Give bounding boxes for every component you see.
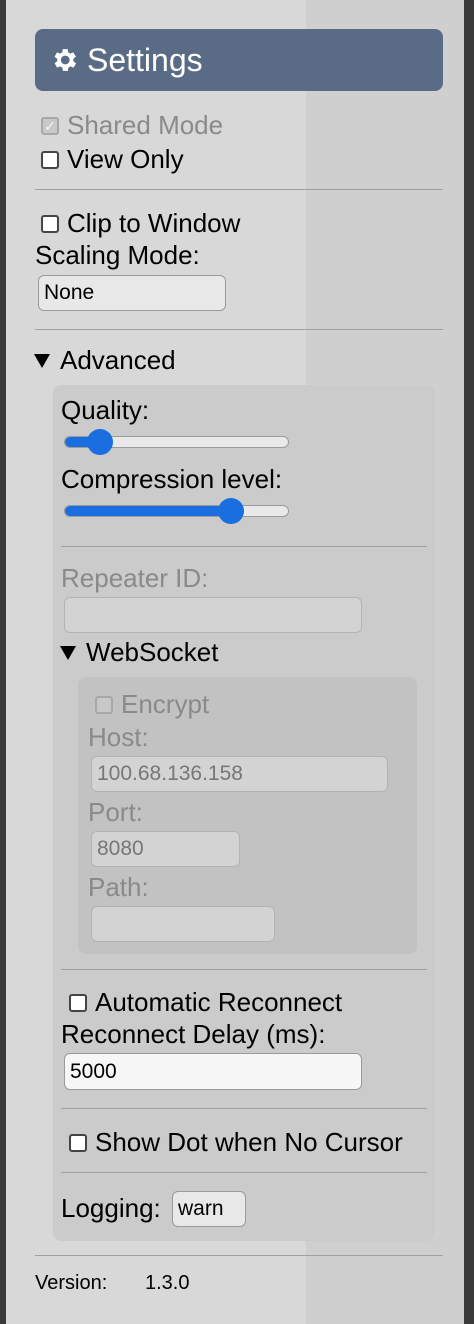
reconnect-delay-value: 5000 <box>70 1059 117 1083</box>
clip-to-window-row[interactable]: Clip to Window <box>41 208 240 239</box>
compression-slider-thumb[interactable] <box>218 498 244 524</box>
triangle-down-icon <box>34 353 50 368</box>
port-value: 8080 <box>97 837 144 860</box>
port-input[interactable]: 8080 <box>91 831 240 867</box>
divider <box>35 1255 443 1256</box>
settings-panel: Settings ✓ Shared Mode View Only Clip to… <box>6 0 464 1324</box>
divider <box>61 1108 427 1109</box>
logging-value: warn <box>178 1197 224 1220</box>
divider <box>61 546 427 547</box>
reconnect-delay-input[interactable]: 5000 <box>64 1053 362 1090</box>
repeater-id-label: Repeater ID: <box>61 563 209 593</box>
encrypt-row[interactable]: Encrypt <box>95 689 209 720</box>
divider <box>61 1172 427 1173</box>
clip-to-window-label: Clip to Window <box>67 208 241 238</box>
clip-to-window-checkbox[interactable] <box>41 214 59 233</box>
settings-title: Settings <box>87 41 203 78</box>
encrypt-checkbox[interactable] <box>95 695 113 714</box>
scaling-mode-value: None <box>44 281 95 304</box>
host-value: 100.68.136.158 <box>97 762 243 785</box>
auto-reconnect-checkbox[interactable] <box>69 993 87 1012</box>
shared-mode-label: Shared Mode <box>67 110 224 140</box>
encrypt-label: Encrypt <box>121 689 210 719</box>
auto-reconnect-label: Automatic Reconnect <box>95 987 343 1017</box>
websocket-toggle[interactable]: WebSocket <box>60 637 218 668</box>
gear-icon <box>54 49 77 71</box>
scaling-mode-label: Scaling Mode: <box>35 240 200 270</box>
version-label: Version: <box>35 1272 108 1294</box>
shared-mode-row[interactable]: ✓ Shared Mode <box>41 110 223 141</box>
show-dot-row[interactable]: Show Dot when No Cursor <box>69 1127 403 1158</box>
compression-label: Compression level: <box>61 464 283 494</box>
repeater-id-input[interactable] <box>64 597 362 633</box>
divider <box>61 969 427 970</box>
advanced-label: Advanced <box>60 345 176 375</box>
version-value: 1.3.0 <box>145 1272 190 1294</box>
view-only-checkbox[interactable] <box>41 150 59 169</box>
triangle-down-icon <box>60 645 76 660</box>
logging-label: Logging: <box>61 1193 161 1223</box>
show-dot-label: Show Dot when No Cursor <box>95 1127 403 1157</box>
settings-header[interactable]: Settings <box>35 29 443 91</box>
path-label: Path: <box>88 872 149 902</box>
advanced-toggle[interactable]: Advanced <box>34 345 176 376</box>
host-label: Host: <box>88 722 149 752</box>
compression-slider-fill <box>65 506 233 516</box>
reconnect-delay-label: Reconnect Delay (ms): <box>61 1019 326 1049</box>
view-only-label: View Only <box>67 144 184 174</box>
scaling-mode-select[interactable]: None <box>38 275 226 311</box>
port-label: Port: <box>88 797 143 827</box>
logging-select[interactable]: warn <box>172 1191 246 1227</box>
quality-slider-thumb[interactable] <box>87 429 113 455</box>
host-input[interactable]: 100.68.136.158 <box>91 756 388 792</box>
quality-label: Quality: <box>61 395 150 425</box>
websocket-label: WebSocket <box>86 637 219 667</box>
view-only-row[interactable]: View Only <box>41 144 184 175</box>
shared-mode-checkbox[interactable]: ✓ <box>41 116 59 135</box>
show-dot-checkbox[interactable] <box>69 1133 87 1152</box>
path-input[interactable] <box>91 906 275 942</box>
divider <box>35 329 443 330</box>
auto-reconnect-row[interactable]: Automatic Reconnect <box>69 987 342 1018</box>
divider <box>35 189 443 190</box>
